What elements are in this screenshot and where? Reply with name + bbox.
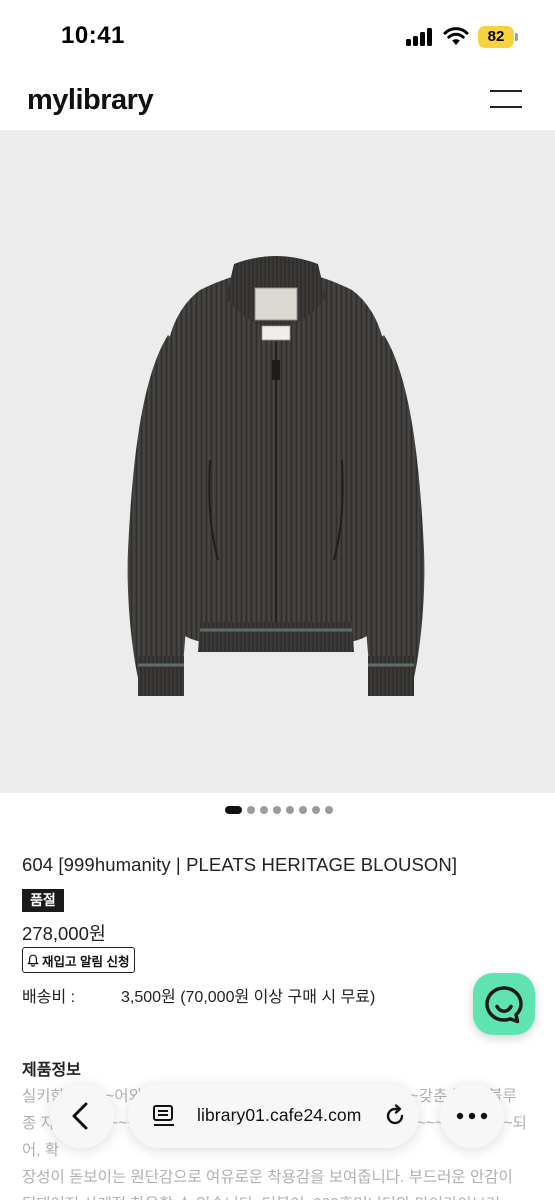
address-bar[interactable]: library01.cafe24.com bbox=[128, 1084, 419, 1148]
more-icon bbox=[456, 1112, 488, 1120]
hamburger-menu-icon[interactable] bbox=[490, 89, 522, 109]
carousel-dot[interactable] bbox=[298, 806, 307, 814]
reader-mode-icon[interactable] bbox=[151, 1104, 177, 1128]
status-time: 10:41 bbox=[61, 22, 125, 49]
shipping-label: 배송비 : bbox=[22, 989, 76, 1006]
carousel-dot[interactable] bbox=[246, 806, 255, 814]
browser-back-button[interactable] bbox=[50, 1084, 114, 1148]
battery-tip bbox=[515, 33, 518, 41]
cellular-signal-icon bbox=[406, 28, 434, 46]
shipping-value: 3,500원 (70,000원 이상 구매 시 무료) bbox=[121, 989, 376, 1006]
chat-icon bbox=[485, 986, 523, 1024]
status-bar: 10:41 82 bbox=[0, 0, 555, 70]
restock-alert-label: 재입고 알림 신청 bbox=[42, 954, 130, 969]
product-name: 604 [999humanity | PLEATS HERITAGE BLOUS… bbox=[22, 854, 458, 875]
site-logo[interactable]: mylibrary bbox=[27, 84, 154, 117]
more-options-button[interactable] bbox=[440, 1084, 504, 1148]
battery-indicator: 82 bbox=[478, 26, 514, 48]
carousel-dots bbox=[0, 806, 555, 818]
wifi-icon bbox=[443, 27, 469, 45]
carousel-dot[interactable] bbox=[285, 806, 294, 814]
carousel-dot[interactable] bbox=[324, 806, 333, 814]
chat-button[interactable] bbox=[473, 973, 535, 1035]
product-info-title: 제품정보 bbox=[22, 1062, 81, 1079]
chevron-left-icon bbox=[72, 1102, 88, 1130]
reload-icon[interactable] bbox=[382, 1103, 408, 1129]
carousel-dot[interactable] bbox=[224, 806, 242, 814]
carousel-dot[interactable] bbox=[259, 806, 268, 814]
product-price: 278,000원 bbox=[22, 923, 106, 944]
site-header: mylibrary bbox=[0, 70, 555, 130]
jacket-image bbox=[127, 256, 425, 696]
carousel-dot[interactable] bbox=[272, 806, 281, 814]
bell-icon bbox=[27, 954, 39, 967]
carousel-dot[interactable] bbox=[311, 806, 320, 814]
soldout-badge: 품절 bbox=[22, 889, 64, 912]
product-image[interactable] bbox=[0, 130, 555, 793]
url-text: library01.cafe24.com bbox=[197, 1105, 362, 1125]
restock-alert-button[interactable]: 재입고 알림 신청 bbox=[22, 947, 136, 973]
product-info-line: 덧대어져 사계절 착용할 수 있습니다. 더불어, 999휴머니티와 마이라이브… bbox=[22, 1191, 534, 1200]
product-info-line: 장성이 돋보이는 원단감으로 여유로운 착용감을 보여줍니다. 부드러운 안감이 bbox=[22, 1169, 513, 1186]
